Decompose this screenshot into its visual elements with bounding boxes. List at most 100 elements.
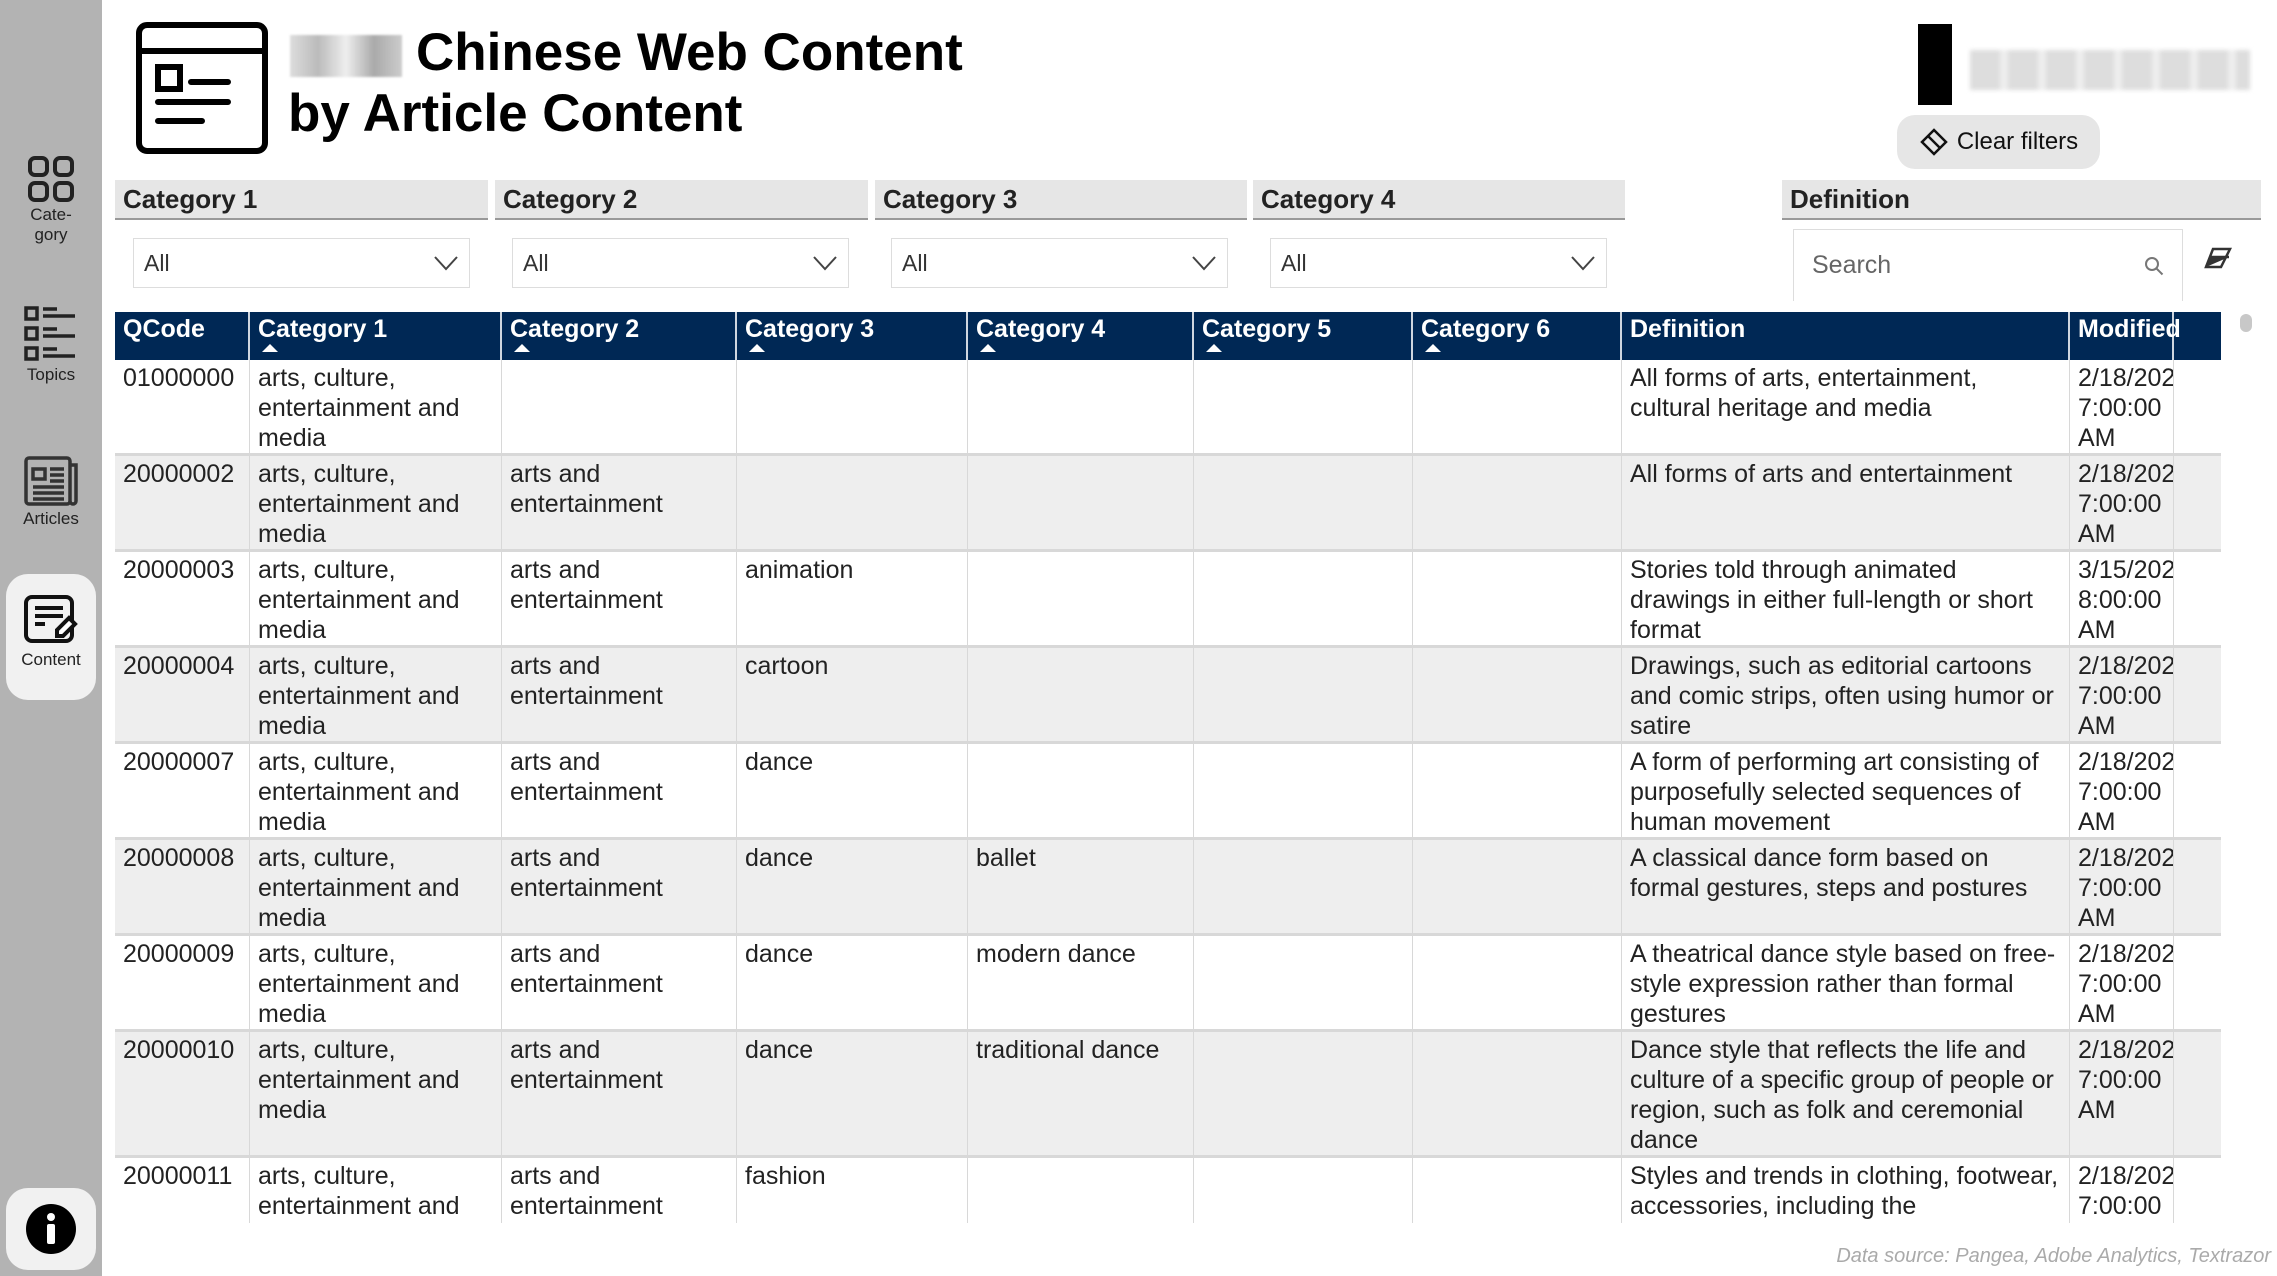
table-cell: 2/18/2021 7:00:00 AM — [2070, 360, 2174, 453]
table-cell — [1413, 648, 1622, 741]
edit-document-icon — [24, 595, 78, 643]
sort-ascending-icon[interactable] — [1425, 344, 1441, 352]
column-header[interactable]: Category 6 — [1413, 312, 1622, 360]
table-row[interactable]: 20000003 arts, culture, entertainment and… — [115, 552, 2221, 648]
category-1-dropdown[interactable]: All — [133, 238, 470, 288]
redacted-text — [1970, 50, 2250, 90]
table-cell — [1413, 360, 1622, 453]
table-row[interactable]: 20000002 arts, culture, entertainment and… — [115, 456, 2221, 552]
table-cell: 20000002 — [115, 456, 250, 549]
table-cell — [1413, 744, 1622, 837]
data-source-note: Data source: Pangea, Adobe Analytics, Te… — [1836, 1245, 2271, 1267]
table-cell: 20000007 — [115, 744, 250, 837]
scrollbar[interactable] — [2240, 314, 2252, 332]
table-cell: dance — [737, 840, 968, 933]
column-header-label: Category 1 — [258, 315, 388, 343]
chevron-down-icon — [434, 256, 458, 271]
definition-search-input[interactable]: Search — [1793, 229, 2183, 301]
table-row[interactable]: 20000009 arts, culture, entertainment and… — [115, 936, 2221, 1032]
filter-label-category-2: Category 2 — [495, 180, 868, 220]
table-row[interactable]: 20000004 arts, culture, entertainment and… — [115, 648, 2221, 744]
table-cell: traditional dance — [968, 1032, 1194, 1155]
sidebar-item-label: Cate- — [30, 205, 72, 224]
table-cell — [1194, 1032, 1413, 1155]
sort-ascending-icon[interactable] — [262, 344, 278, 352]
info-icon — [26, 1204, 76, 1254]
filter-label-category-1: Category 1 — [115, 180, 488, 220]
table-cell: arts and entertainment — [502, 1032, 737, 1155]
table-cell: arts and entertainment — [502, 1158, 737, 1223]
grid-icon — [28, 156, 74, 202]
table-row[interactable]: 20000008 arts, culture, entertainment and… — [115, 840, 2221, 936]
table-cell: Drawings, such as editorial cartoons and… — [1622, 648, 2070, 741]
table-cell: arts, culture, entertainment and media — [250, 552, 502, 645]
sidebar-item-category[interactable]: Cate- gory — [6, 155, 96, 245]
sidebar-item-label: Topics — [26, 365, 76, 384]
table-cell — [1413, 936, 1622, 1029]
sidebar-item-topics[interactable]: Topics — [6, 305, 96, 385]
column-header[interactable]: Category 3 — [737, 312, 968, 360]
table-cell — [1413, 1158, 1622, 1223]
table-cell: arts, culture, entertainment and media — [250, 1032, 502, 1155]
table-cell — [1194, 552, 1413, 645]
column-header[interactable]: Category 4 — [968, 312, 1194, 360]
table-cell: A theatrical dance style based on free-s… — [1622, 936, 2070, 1029]
column-header[interactable]: Modified — [2070, 312, 2181, 360]
table-cell — [1194, 360, 1413, 453]
table-cell: 2/18/2021 7:00:00 AM — [2070, 456, 2174, 549]
category-2-dropdown[interactable]: All — [512, 238, 849, 288]
column-header[interactable]: Definition — [1622, 312, 2070, 360]
table-cell — [1194, 840, 1413, 933]
column-header-label: Category 5 — [1202, 315, 1332, 343]
table-cell: animation — [737, 552, 968, 645]
table-cell: arts and entertainment — [502, 552, 737, 645]
column-header-label: QCode — [123, 315, 205, 343]
sort-ascending-icon[interactable] — [749, 344, 765, 352]
table-cell: modern dance — [968, 936, 1194, 1029]
column-header-label: Category 4 — [976, 315, 1106, 343]
table-cell: 01000000 — [115, 360, 250, 453]
column-header[interactable]: Category 2 — [502, 312, 737, 360]
column-header[interactable]: Category 5 — [1194, 312, 1413, 360]
filter-label-category-4: Category 4 — [1253, 180, 1625, 220]
sort-ascending-icon[interactable] — [514, 344, 530, 352]
redacted-logo-block — [1918, 24, 1952, 105]
table-cell: arts, culture, entertainment and media — [250, 1158, 502, 1223]
clear-search-eraser-icon[interactable] — [2204, 246, 2232, 270]
table-cell: cartoon — [737, 648, 968, 741]
category-4-dropdown[interactable]: All — [1270, 238, 1607, 288]
table-cell: arts, culture, entertainment and media — [250, 936, 502, 1029]
column-header[interactable]: QCode — [115, 312, 250, 360]
table-cell: A form of performing art consisting of p… — [1622, 744, 2070, 837]
table-row[interactable]: 20000011 arts, culture, entertainment and… — [115, 1158, 2221, 1223]
sort-ascending-icon[interactable] — [980, 344, 996, 352]
table-cell — [1413, 1032, 1622, 1155]
clear-filters-button[interactable]: Clear filters — [1897, 115, 2100, 169]
info-button[interactable] — [6, 1188, 96, 1270]
table-cell: Dance style that reflects the life and c… — [1622, 1032, 2070, 1155]
table-cell: 3/15/2021 8:00:00 AM — [2070, 552, 2174, 645]
table-cell: 20000010 — [115, 1032, 250, 1155]
table-cell: Styles and trends in clothing, footwear,… — [1622, 1158, 2070, 1223]
sidebar-item-content[interactable]: Content — [6, 574, 96, 700]
category-3-dropdown[interactable]: All — [891, 238, 1228, 288]
table-cell: 2/18/2021 7:00:00 AM — [2070, 648, 2174, 741]
table-cell — [968, 456, 1194, 549]
table-cell: 2/18/2021 7:00:00 AM — [2070, 1032, 2174, 1155]
table-cell: arts and entertainment — [502, 648, 737, 741]
column-header[interactable]: Category 1 — [250, 312, 502, 360]
sidebar-item-articles[interactable]: Articles — [6, 455, 96, 529]
table-row[interactable]: 20000010 arts, culture, entertainment and… — [115, 1032, 2221, 1158]
chevron-down-icon — [1192, 256, 1216, 271]
table-cell: 20000008 — [115, 840, 250, 933]
sort-ascending-icon[interactable] — [1206, 344, 1222, 352]
table-row[interactable]: 01000000 arts, culture, entertainment and… — [115, 360, 2221, 456]
chevron-down-icon — [1571, 256, 1595, 271]
search-icon — [2145, 256, 2164, 275]
content-table: QCode Category 1 Category 2 Category 3 Categ… — [115, 312, 2221, 1223]
table-row[interactable]: 20000007 arts, culture, entertainment and… — [115, 744, 2221, 840]
table-cell: All forms of arts and entertainment — [1622, 456, 2070, 549]
table-cell — [968, 1158, 1194, 1223]
table-cell — [737, 456, 968, 549]
column-header-label: Category 6 — [1421, 315, 1551, 343]
